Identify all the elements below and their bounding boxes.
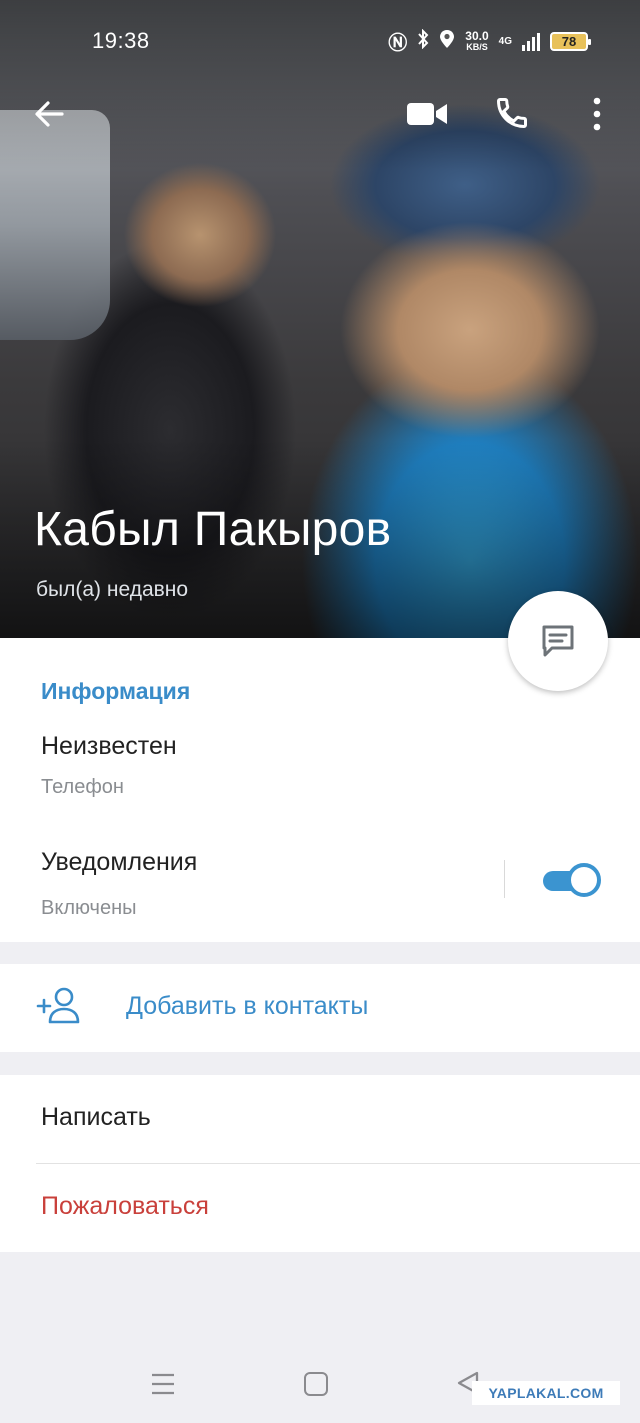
notifications-value: Включены — [41, 897, 137, 919]
arrow-left-icon — [35, 101, 64, 127]
phone-value: Неизвестен — [41, 732, 177, 760]
section-title: Информация — [41, 678, 191, 704]
nfc-icon: Ⓝ — [388, 33, 408, 54]
video-camera-icon — [407, 103, 447, 125]
menu-icon — [152, 1373, 174, 1395]
network-type: 4G — [498, 36, 512, 47]
message-icon — [542, 625, 574, 657]
message-button[interactable] — [508, 591, 608, 691]
net-speed: 30.0 KB/S — [465, 28, 489, 52]
battery-icon: 78 — [550, 32, 591, 51]
phone-icon — [496, 98, 527, 129]
bluetooth-icon — [417, 28, 429, 54]
phone-label: Телефон — [41, 776, 124, 798]
more-vert-icon — [593, 97, 601, 131]
notifications-title: Уведомления — [41, 848, 198, 876]
divider — [36, 1163, 640, 1164]
battery-level: 78 — [561, 34, 577, 49]
write-message-button[interactable]: Написать — [41, 1103, 151, 1132]
location-icon — [439, 29, 455, 54]
status-bar: 19:38 Ⓝ 30.0 KB/S 4G 78 — [0, 22, 640, 62]
watermark: YAPLAKAL.COM — [472, 1381, 620, 1405]
status-time: 19:38 — [92, 28, 150, 53]
back-button[interactable] — [32, 96, 68, 132]
add-person-icon — [36, 987, 80, 1024]
actions-section: Написать Пожаловаться — [0, 1075, 640, 1252]
toggle-divider — [504, 860, 505, 898]
notifications-toggle[interactable] — [543, 863, 601, 897]
video-call-button[interactable] — [405, 98, 449, 130]
status-icons: Ⓝ 30.0 KB/S 4G 78 — [388, 28, 591, 55]
report-button[interactable]: Пожаловаться — [41, 1192, 209, 1221]
add-contact-label: Добавить в контакты — [126, 992, 369, 1020]
profile-name: Кабыл Пакыров — [34, 503, 392, 556]
more-button[interactable] — [585, 95, 609, 133]
nav-home-button[interactable] — [304, 1372, 328, 1396]
nav-recents-button[interactable] — [150, 1372, 176, 1396]
call-button[interactable] — [494, 95, 530, 131]
profile-status: был(а) недавно — [36, 578, 189, 601]
signal-icon — [522, 32, 540, 51]
add-contact-button[interactable]: Добавить в контакты — [0, 964, 640, 1052]
